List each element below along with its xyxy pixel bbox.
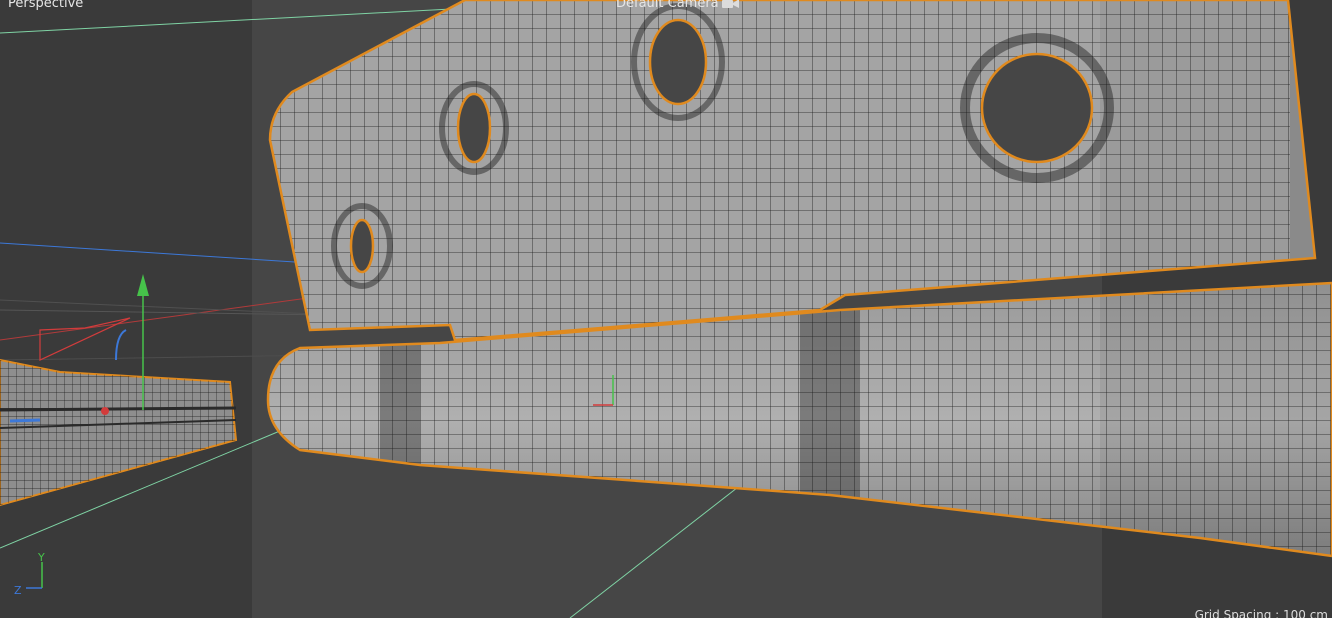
axis-y-label: Y	[37, 551, 45, 564]
axis-z-label: Z	[14, 584, 22, 597]
3d-viewport[interactable]: Y Z Perspective Default Camera Grid Spac…	[0, 0, 1332, 618]
camera-indicator[interactable]: Default Camera	[616, 0, 740, 10]
viewport-view-name[interactable]: Perspective	[8, 0, 83, 10]
viewport-scene[interactable]: Y Z	[0, 0, 1332, 618]
camera-icon	[721, 0, 740, 9]
viewport-background-left	[0, 0, 252, 618]
camera-name: Default Camera	[616, 0, 719, 11]
grid-spacing-readout: Grid Spacing : 100 cm	[1194, 608, 1328, 618]
